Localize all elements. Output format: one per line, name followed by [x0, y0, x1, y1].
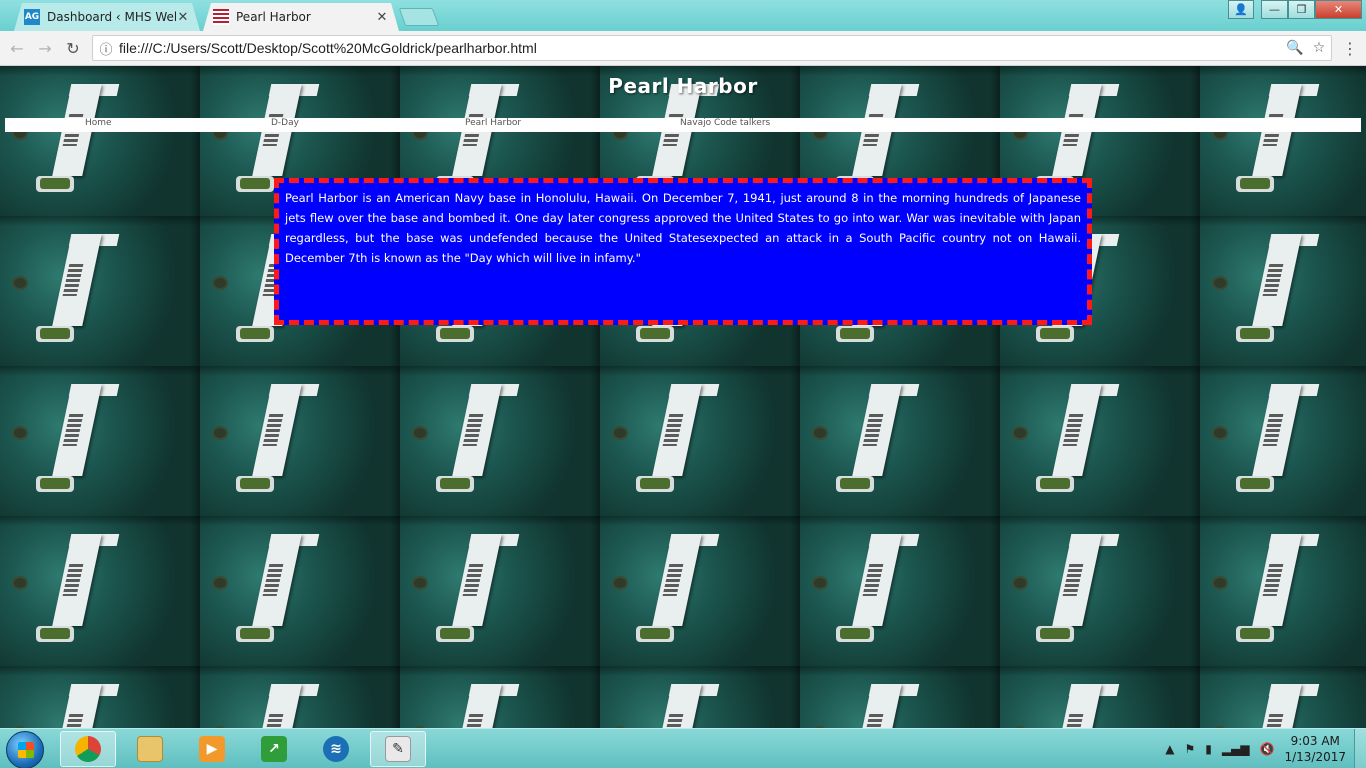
clock-date: 1/13/2017 — [1284, 750, 1346, 764]
system-tray: ▲ ⚑ ▮ ▂▄▆ 🔇 9:03 AM 1/13/2017 — [1165, 729, 1346, 768]
background-tile — [600, 356, 800, 506]
zoom-icon[interactable]: 🔍 — [1283, 40, 1307, 56]
battery-icon[interactable]: ▮ — [1205, 742, 1212, 756]
taskbar-media-player[interactable]: ▶ — [184, 731, 240, 767]
start-button[interactable] — [6, 731, 44, 768]
background-tile — [400, 356, 600, 506]
forward-button[interactable]: → — [34, 37, 56, 59]
taskbar-task-app[interactable]: ↗ — [246, 731, 302, 767]
wifi-app-icon: ≋ — [323, 736, 349, 762]
background-tile — [1200, 656, 1366, 728]
info-icon[interactable]: ⓘ — [93, 39, 119, 58]
play-icon: ▶ — [199, 736, 225, 762]
background-tile — [800, 656, 1000, 728]
site-nav-bar: Home D-Day Pearl Harbor Navajo Code talk… — [5, 118, 1361, 132]
page-title: Pearl Harbor — [608, 74, 758, 98]
content-paragraph: Pearl Harbor is an American Navy base in… — [285, 191, 1081, 265]
nav-link-pearl-harbor[interactable]: Pearl Harbor — [465, 118, 521, 129]
action-center-icon[interactable]: ⚑ — [1184, 742, 1195, 756]
background-tile — [0, 506, 200, 656]
chrome-icon — [75, 736, 101, 762]
user-profile-icon[interactable]: 👤 — [1228, 0, 1254, 19]
volume-muted-icon[interactable]: 🔇 — [1260, 742, 1275, 756]
background-tile — [200, 506, 400, 656]
back-button[interactable]: ← — [6, 37, 28, 59]
nav-link-home[interactable]: Home — [85, 118, 112, 129]
background-tile — [200, 356, 400, 506]
close-tab-icon[interactable]: ✕ — [375, 10, 389, 25]
reload-button[interactable]: ↻ — [62, 37, 84, 59]
signal-icon[interactable]: ▂▄▆ — [1222, 742, 1250, 756]
clock-time: 9:03 AM — [1290, 734, 1340, 748]
address-bar[interactable]: ⓘ file:///C:/Users/Scott/Desktop/Scott%2… — [92, 35, 1332, 61]
ag-favicon-icon: AG — [24, 9, 40, 25]
background-tile — [1000, 356, 1200, 506]
arrow-right-icon: → — [38, 38, 52, 58]
minimize-button[interactable]: — — [1261, 0, 1288, 19]
background-tile — [600, 506, 800, 656]
tab-dashboard[interactable]: AG Dashboard ‹ MHS Web D ✕ — [14, 3, 200, 31]
window-close-button[interactable]: ✕ — [1315, 0, 1362, 19]
background-tile — [400, 656, 600, 728]
tab-strip: AG Dashboard ‹ MHS Web D ✕ Pearl Harbor … — [0, 0, 1366, 31]
nav-link-d-day[interactable]: D-Day — [271, 118, 299, 129]
content-box: Pearl Harbor is an American Navy base in… — [274, 178, 1092, 325]
taskbar-file-explorer[interactable] — [122, 731, 178, 767]
kebab-menu-icon[interactable]: ⋮ — [1342, 39, 1358, 58]
taskbar-wifi-app[interactable]: ≋ — [308, 731, 364, 767]
chart-app-icon: ↗ — [261, 736, 287, 762]
page-viewport: Pearl Harbor Home D-Day Pearl Harbor Nav… — [0, 66, 1366, 728]
background-tile — [1000, 506, 1200, 656]
background-tile — [0, 206, 200, 356]
taskbar-notepad[interactable]: ✎ — [370, 731, 426, 767]
restore-button[interactable]: ❐ — [1288, 0, 1315, 19]
star-icon[interactable]: ☆ — [1307, 40, 1331, 56]
background-tile — [1000, 656, 1200, 728]
background-tile — [1200, 506, 1366, 656]
background-tile — [1200, 206, 1366, 356]
background-tile — [0, 356, 200, 506]
background-tile — [200, 656, 400, 728]
tab-title: Pearl Harbor — [236, 10, 311, 24]
notepad-icon: ✎ — [385, 736, 411, 762]
taskbar-chrome[interactable] — [60, 731, 116, 767]
nav-link-navajo-code-talkers[interactable]: Navajo Code talkers — [680, 118, 770, 129]
background-tile — [1200, 356, 1366, 506]
folder-icon — [137, 736, 163, 762]
new-tab-button[interactable] — [398, 8, 440, 26]
show-desktop-button[interactable] — [1354, 729, 1366, 768]
background-tile — [600, 656, 800, 728]
background-tile — [400, 506, 600, 656]
background-tile — [800, 356, 1000, 506]
background-tile — [0, 656, 200, 728]
windows-taskbar: ▶ ↗ ≋ ✎ ▲ ⚑ ▮ ▂▄▆ 🔇 9:03 AM 1/13/2017 — [0, 728, 1366, 768]
show-hidden-icons-icon[interactable]: ▲ — [1165, 742, 1174, 756]
close-tab-icon[interactable]: ✕ — [176, 10, 190, 25]
tab-pearl-harbor[interactable]: Pearl Harbor ✕ — [203, 3, 399, 31]
windows-logo-icon — [18, 742, 34, 758]
flag-favicon-icon — [213, 9, 229, 25]
browser-toolbar: ← → ↻ ⓘ file:///C:/Users/Scott/Desktop/S… — [0, 31, 1366, 66]
url-text[interactable]: file:///C:/Users/Scott/Desktop/Scott%20M… — [119, 40, 1283, 56]
background-tile — [800, 506, 1000, 656]
reload-icon: ↻ — [66, 38, 80, 58]
tab-title: Dashboard ‹ MHS Web D — [47, 10, 174, 24]
clock[interactable]: 9:03 AM 1/13/2017 — [1284, 733, 1346, 765]
arrow-left-icon: ← — [10, 38, 24, 58]
